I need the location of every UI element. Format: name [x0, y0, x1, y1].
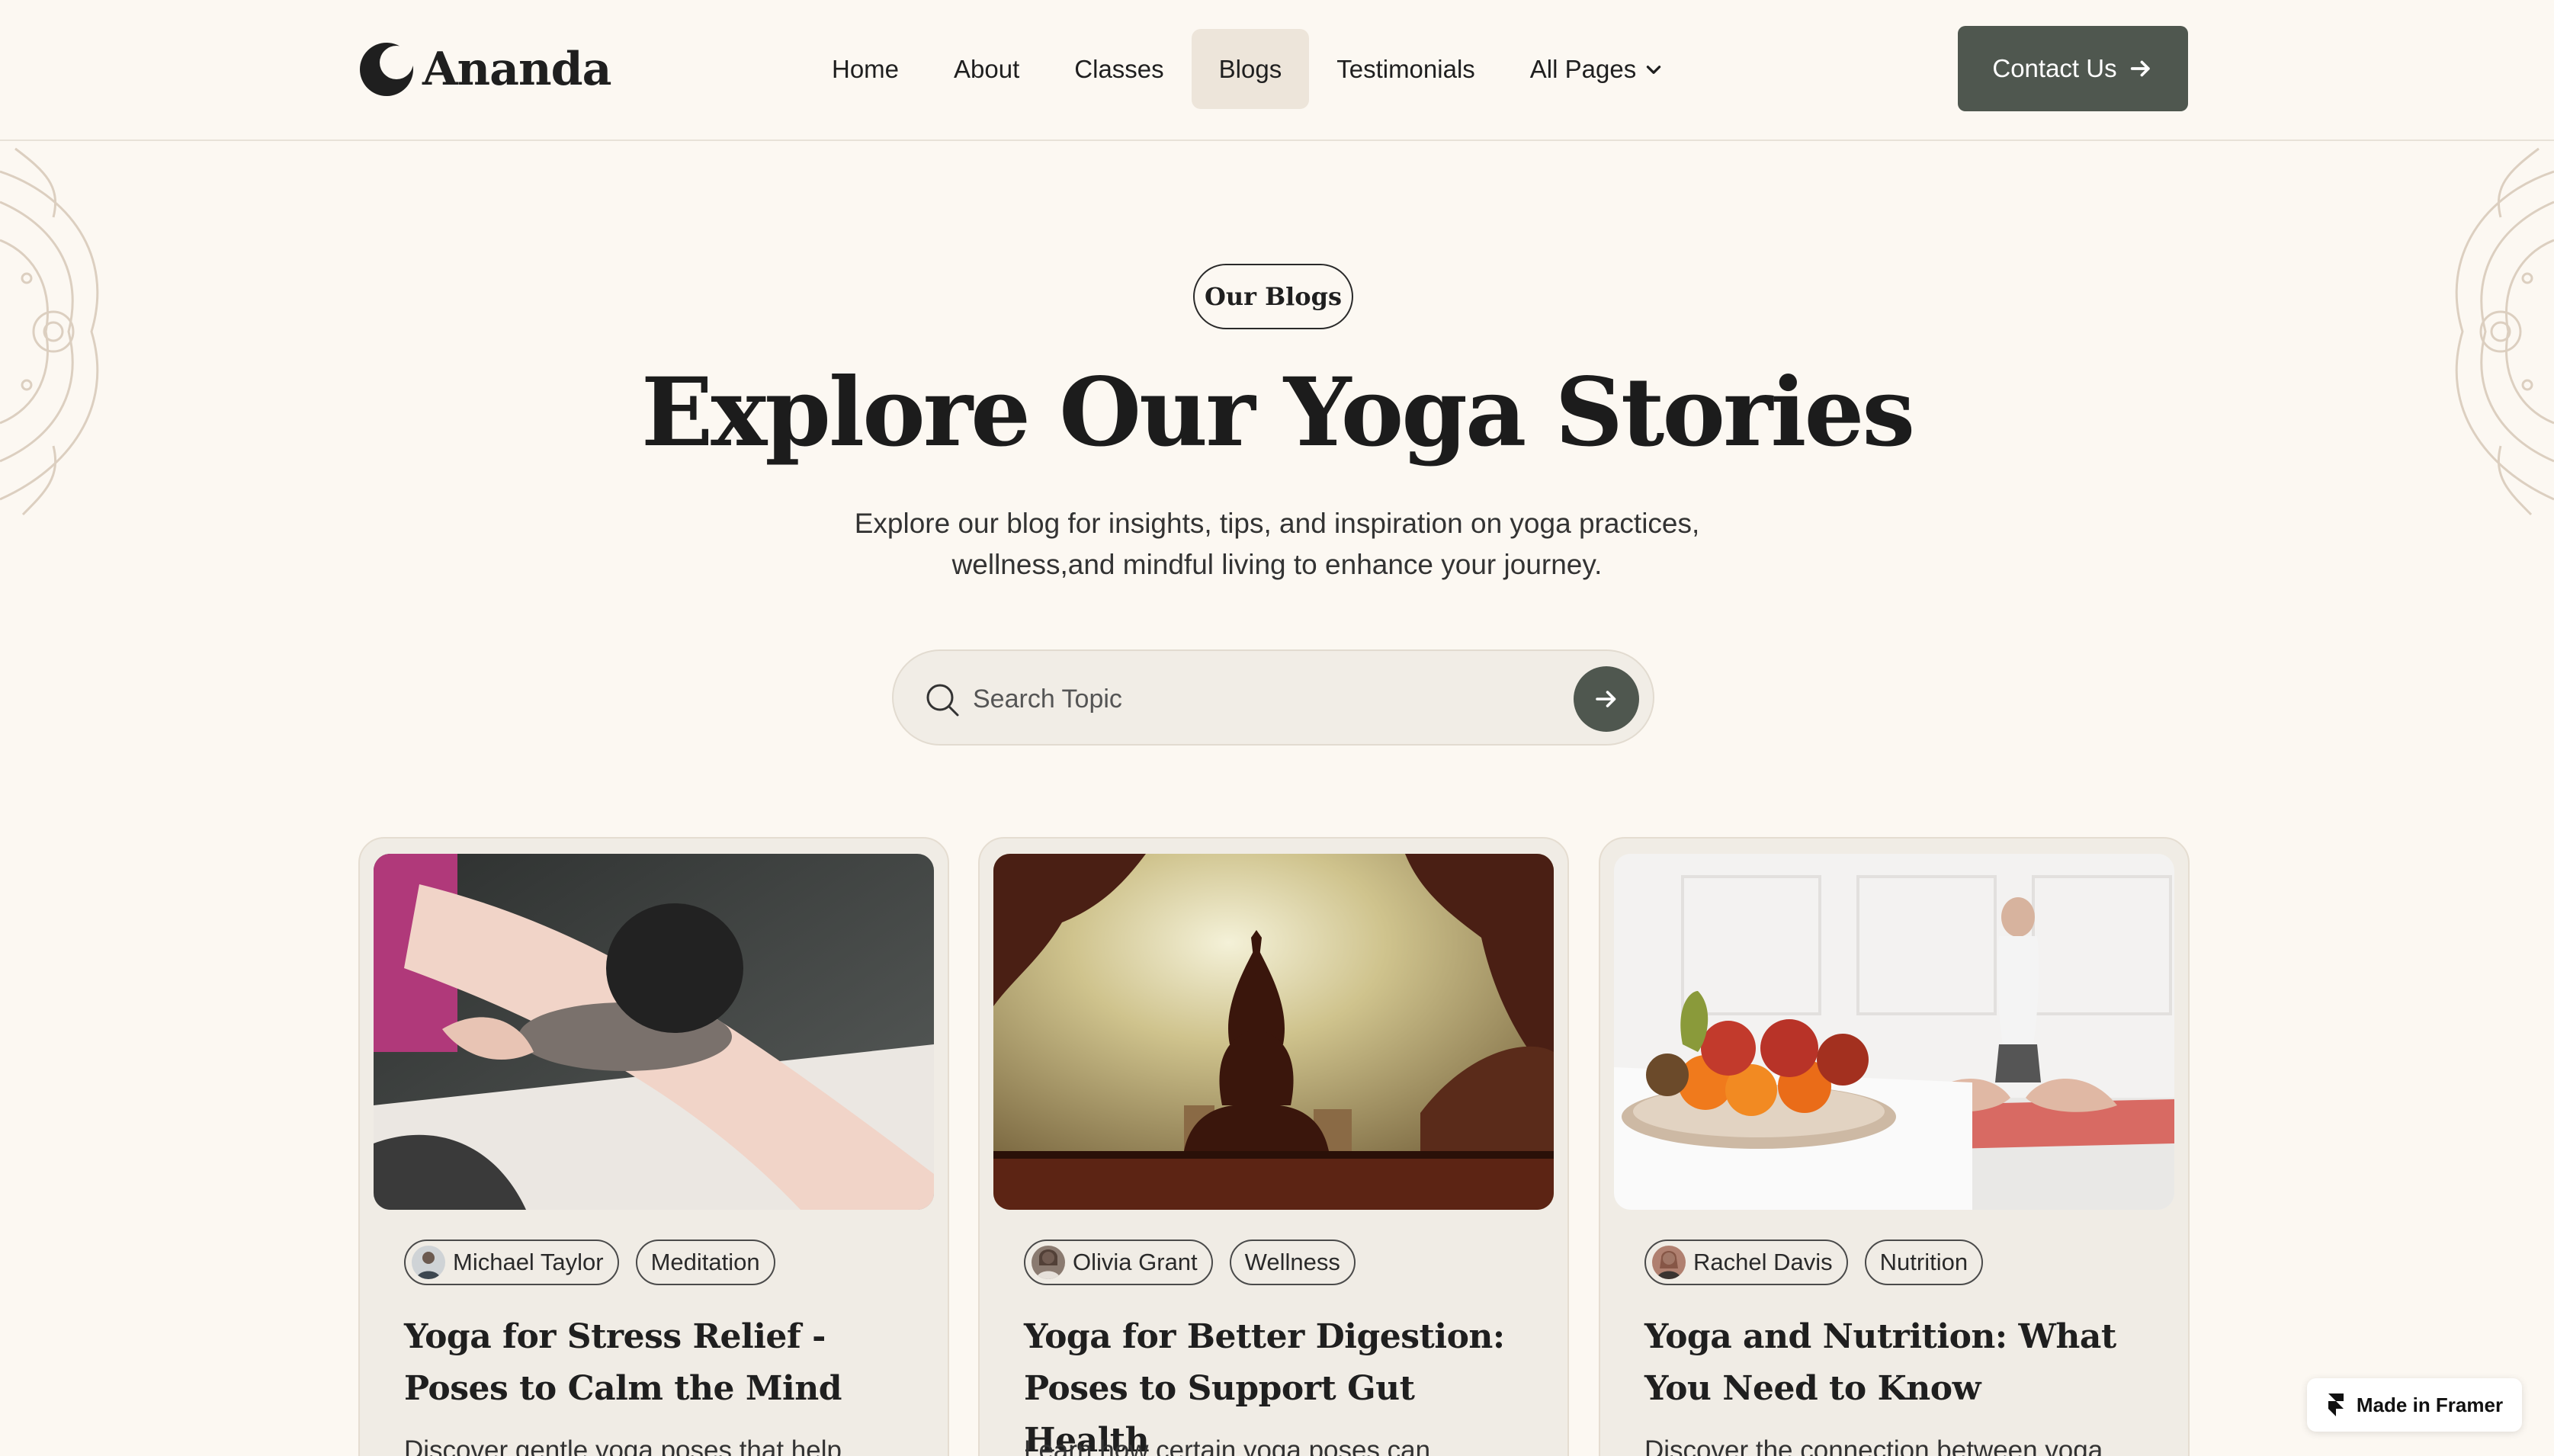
blog-card-image[interactable]	[993, 854, 1554, 1210]
moon-logo-icon	[360, 43, 413, 96]
category-chip[interactable]: Wellness	[1229, 1240, 1356, 1285]
nav-testimonials[interactable]: Testimonials	[1309, 29, 1503, 109]
framer-badge-label: Made in Framer	[2356, 1393, 2504, 1416]
page-subtitle: Explore our blog for insights, tips, and…	[762, 503, 1792, 585]
made-in-framer-badge[interactable]: Made in Framer	[2307, 1378, 2522, 1432]
nav-all-pages[interactable]: All Pages	[1503, 29, 1691, 109]
blog-card-excerpt: Learn how certain yoga poses can	[1024, 1435, 1431, 1456]
brand-name: Ananda	[422, 43, 612, 96]
contact-us-label: Contact Us	[1992, 54, 2117, 82]
author-chip[interactable]: Rachel Davis	[1644, 1240, 1848, 1285]
site-header: Ananda Home About Classes Blogs Testimon…	[0, 0, 2554, 141]
page-title: Explore Our Yoga Stories	[640, 358, 1915, 468]
avatar	[1032, 1246, 1065, 1279]
blog-card-meta: Rachel Davis Nutrition	[1644, 1240, 2000, 1285]
subtitle-line-1: Explore our blog for insights, tips, and…	[854, 508, 1700, 539]
blog-card-title[interactable]: Yoga for Stress Relief - Poses to Calm t…	[404, 1311, 922, 1415]
category-chip[interactable]: Meditation	[635, 1240, 775, 1285]
stretching-pose-photo	[374, 854, 934, 1210]
category-chip[interactable]: Nutrition	[1864, 1240, 1984, 1285]
blog-card[interactable]: Rachel Davis Nutrition Yoga and Nutritio…	[1599, 837, 2190, 1456]
main-nav: Home About Classes Blogs Testimonials Al…	[804, 29, 1691, 109]
contact-us-button[interactable]: Contact Us	[1958, 26, 2188, 111]
blog-card-image[interactable]	[374, 854, 934, 1210]
blog-card-image[interactable]	[1614, 854, 2174, 1210]
arrow-right-icon	[2130, 60, 2150, 77]
nav-blogs[interactable]: Blogs	[1191, 29, 1310, 109]
blog-card-excerpt: Discover the connection between yoga	[1644, 1435, 2103, 1456]
yoga-nutrition-photo	[1614, 854, 2174, 1210]
avatar	[1652, 1246, 1686, 1279]
blog-card-meta: Olivia Grant Wellness	[1024, 1240, 1372, 1285]
logo[interactable]: Ananda	[358, 40, 612, 99]
nav-all-pages-label: All Pages	[1529, 54, 1637, 83]
avatar	[412, 1246, 445, 1279]
blog-card-meta: Michael Taylor Meditation	[404, 1240, 792, 1285]
author-name: Rachel Davis	[1693, 1249, 1833, 1275]
search-bar	[892, 649, 1654, 746]
author-chip[interactable]: Olivia Grant	[1024, 1240, 1213, 1285]
sunset-meditation-photo	[993, 854, 1554, 1210]
search-icon	[926, 684, 959, 717]
author-name: Olivia Grant	[1073, 1249, 1198, 1275]
arrow-right-icon	[1596, 691, 1616, 707]
author-name: Michael Taylor	[453, 1249, 604, 1275]
blog-card-excerpt: Discover gentle yoga poses that help	[404, 1435, 842, 1456]
blog-card[interactable]: Michael Taylor Meditation Yoga for Stres…	[358, 837, 949, 1456]
framer-logo-icon	[2328, 1393, 2344, 1416]
search-input[interactable]	[973, 672, 1537, 726]
nav-about[interactable]: About	[926, 29, 1047, 109]
blog-card[interactable]: Olivia Grant Wellness Yoga for Better Di…	[978, 837, 1569, 1456]
nav-classes[interactable]: Classes	[1047, 29, 1191, 109]
blog-card-title[interactable]: Yoga and Nutrition: What You Need to Kno…	[1644, 1311, 2163, 1415]
author-chip[interactable]: Michael Taylor	[404, 1240, 619, 1285]
section-tag: Our Blogs	[1193, 264, 1353, 329]
blog-page: Ananda Home About Classes Blogs Testimon…	[0, 0, 2554, 1456]
chevron-down-icon	[1647, 65, 1661, 74]
search-submit-button[interactable]	[1574, 666, 1639, 732]
subtitle-line-2: wellness,and mindful living to enhance y…	[951, 549, 1603, 580]
nav-home[interactable]: Home	[804, 29, 926, 109]
